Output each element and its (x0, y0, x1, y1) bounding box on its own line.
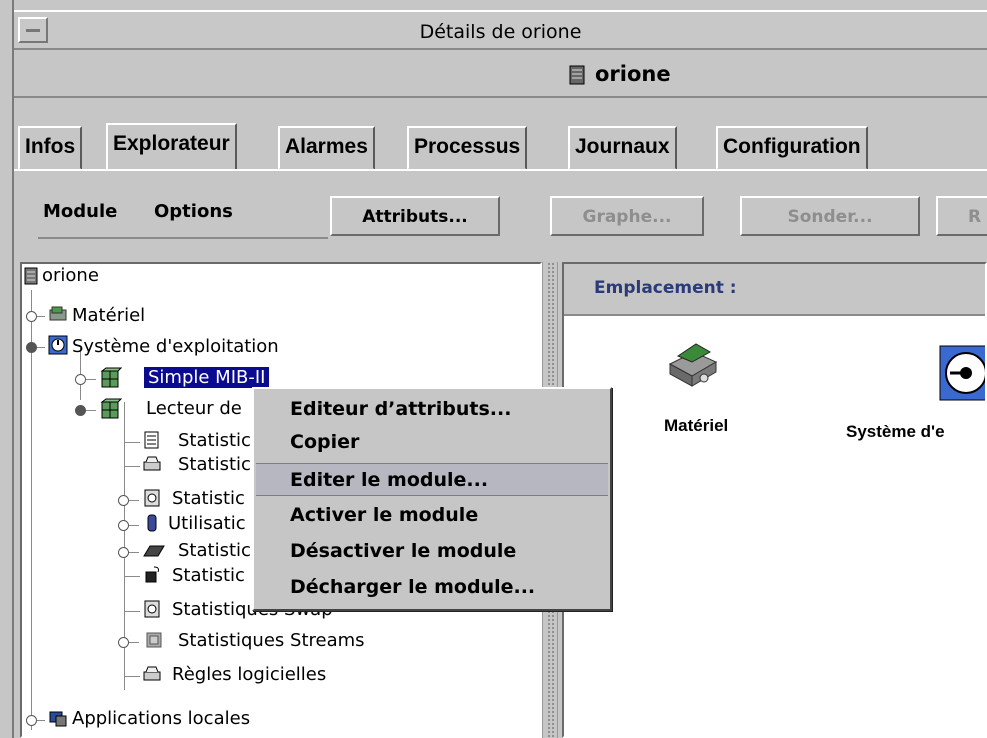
tab-configuration[interactable]: Configuration (716, 126, 868, 170)
tree-line (129, 642, 139, 643)
tree-item-lecteur[interactable]: Lecteur de (146, 397, 242, 421)
swap-disk-icon (144, 489, 160, 507)
tree-item-applications-locales[interactable]: Applications locales (72, 707, 250, 731)
disk-icon (143, 666, 161, 681)
tree-line (37, 347, 45, 348)
menu-item-editer-module[interactable]: Editer le module... (256, 463, 608, 496)
tree-line (86, 410, 96, 411)
os-clock-icon (48, 335, 68, 355)
tree-item-statistic-1[interactable]: Statistic (178, 429, 251, 453)
user-icon (147, 514, 157, 532)
tree-line (124, 576, 140, 577)
tree-item-regles-logicielles[interactable]: Règles logicielles (172, 663, 326, 687)
menu-divider (38, 237, 328, 239)
tree-expander[interactable] (118, 547, 129, 558)
disk-icon (143, 456, 161, 471)
tree-expander[interactable] (118, 637, 129, 648)
tree-line (124, 611, 140, 612)
tree-item-systeme[interactable]: Système d'exploitation (72, 335, 279, 359)
tree-expander[interactable] (26, 715, 37, 726)
tree-item-materiel[interactable]: Matériel (72, 304, 145, 328)
location-label: Emplacement : (594, 278, 737, 298)
menu-item-copier[interactable]: Copier (256, 426, 608, 459)
menu-item-editeur-attributs[interactable]: Editeur d’attributs... (256, 393, 608, 426)
applications-icon (49, 711, 67, 727)
location-bar: Emplacement : (564, 264, 985, 316)
hardware-label[interactable]: Matériel (664, 416, 728, 436)
title-bar[interactable]: Détails de orione (14, 10, 987, 50)
tree-item-statistic-2[interactable]: Statistic (178, 453, 251, 477)
menu-item-desactiver-module[interactable]: Désactiver le module (256, 535, 608, 568)
tree-item-label: Simple MIB-II (144, 367, 270, 388)
menu-item-decharger-module[interactable]: Décharger le module... (256, 571, 608, 604)
tree-line (31, 290, 32, 730)
window-frame-left (0, 0, 14, 738)
tree-item-statistiques-streams[interactable]: Statistiques Streams (178, 629, 365, 653)
tree-item-statistic-5[interactable]: Statistic (172, 564, 245, 588)
content-panel[interactable]: Emplacement : Matériel Système d'e (562, 262, 987, 738)
tree-line (124, 442, 140, 443)
menu-module[interactable]: Module (43, 201, 117, 222)
swap-disk-icon (144, 600, 160, 618)
memory-chip-icon (143, 545, 165, 557)
tree-expander[interactable] (75, 374, 86, 385)
tree-item-utilisatic[interactable]: Utilisatic (168, 512, 246, 536)
os-label[interactable]: Système d'e (846, 422, 945, 442)
hardware-icon[interactable] (664, 336, 722, 394)
graphe-button[interactable]: Graphe... (550, 196, 704, 236)
tree-expander[interactable] (26, 311, 37, 322)
tree-line (37, 316, 45, 317)
tree-item-statistic-4[interactable]: Statistic (178, 539, 251, 563)
server-icon (24, 267, 38, 285)
hardware-icon (49, 306, 67, 321)
sonder-button[interactable]: Sonder... (740, 196, 920, 236)
host-name: orione (595, 62, 671, 86)
tree-item-simple-mib[interactable]: Simple MIB-II (144, 366, 270, 390)
toolbar: Module Options Attributs... Graphe... So… (14, 171, 987, 257)
tree-line (37, 720, 45, 721)
tree-line (124, 466, 140, 467)
tree-expander[interactable] (118, 495, 129, 506)
tree-expander[interactable] (118, 520, 129, 531)
network-icon (145, 566, 159, 583)
tree-expander[interactable] (75, 405, 86, 416)
menu-item-activer-module[interactable]: Activer le module (256, 499, 608, 532)
tree-expander[interactable] (26, 342, 37, 353)
module-cube-icon (100, 367, 122, 388)
tab-journaux[interactable]: Journaux (568, 126, 677, 170)
menu-options[interactable]: Options (154, 201, 233, 222)
tree-line (129, 500, 139, 501)
chip-icon (146, 632, 162, 648)
tab-infos[interactable]: Infos (18, 126, 83, 170)
tab-explorateur[interactable]: Explorateur (106, 123, 237, 170)
tree-root-orione[interactable]: orione (42, 264, 99, 288)
tree-line (86, 379, 96, 380)
host-header: orione (14, 52, 987, 98)
truncated-button[interactable]: R (936, 196, 987, 236)
document-icon (144, 431, 159, 449)
tree-line (129, 552, 139, 553)
module-cube-icon (100, 398, 122, 419)
tree-item-statistic-3[interactable]: Statistic (172, 487, 245, 511)
os-clock-icon[interactable] (938, 344, 987, 402)
tab-alarmes[interactable]: Alarmes (278, 126, 375, 170)
attributs-button[interactable]: Attributs... (330, 196, 500, 236)
tree-line (129, 525, 139, 526)
window-title: Détails de orione (419, 21, 582, 43)
context-menu: Editeur d’attributs... Copier Editer le … (252, 387, 612, 611)
tree-line (124, 676, 140, 677)
tab-processus[interactable]: Processus (407, 126, 528, 170)
